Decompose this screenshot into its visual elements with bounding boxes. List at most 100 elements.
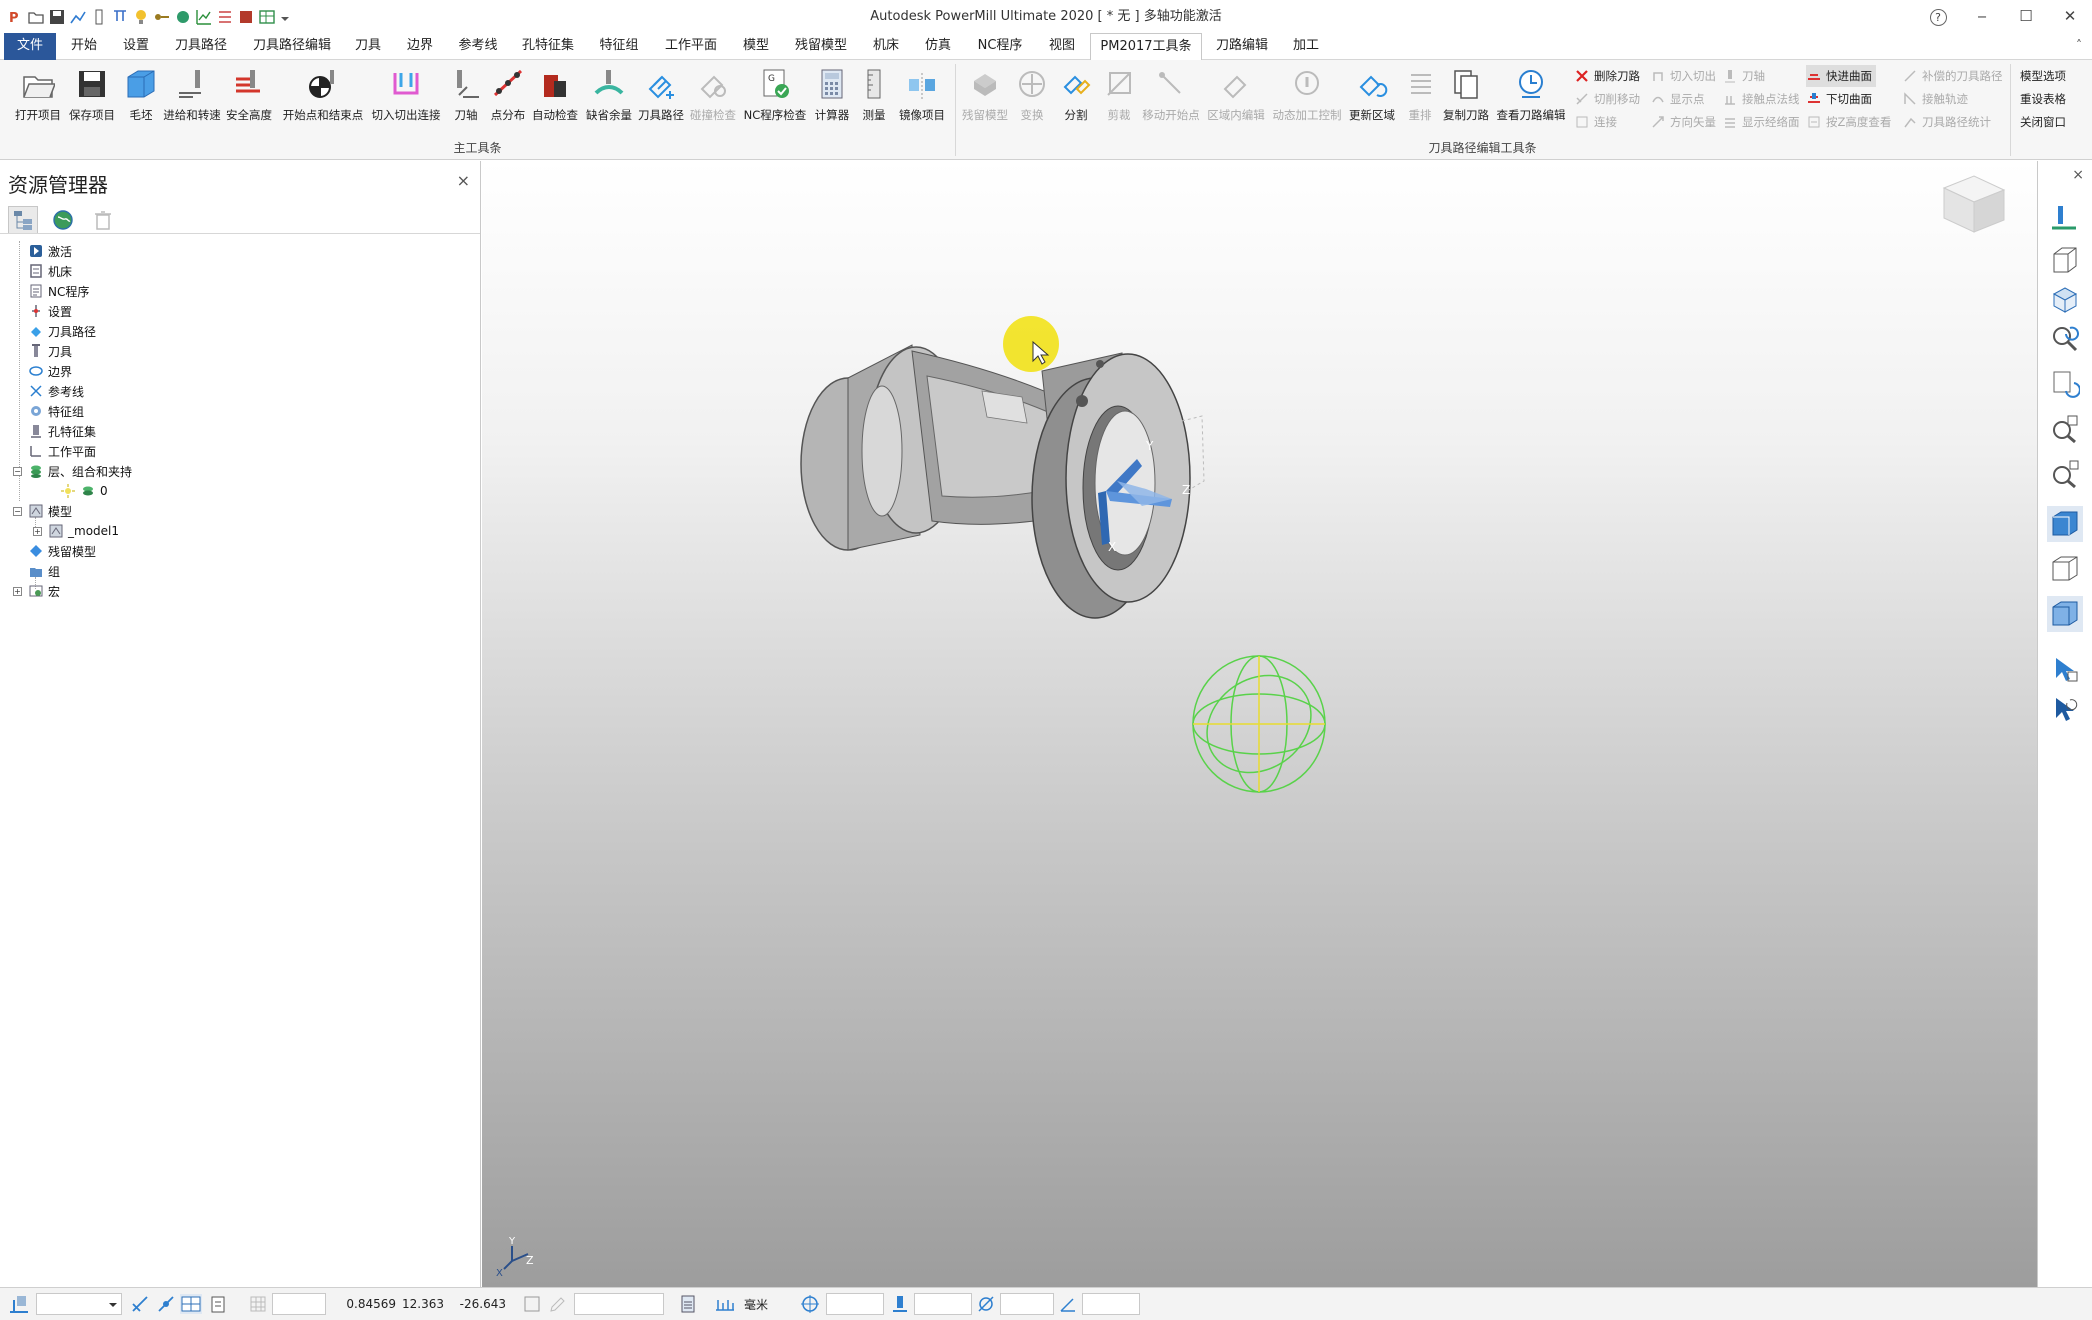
target-icon[interactable] xyxy=(800,1294,820,1314)
toolpath-statistics-button[interactable]: 刀具路径统计 xyxy=(1902,111,1991,133)
expand-toggle[interactable]: − xyxy=(13,507,22,516)
cut-moves-button[interactable]: 切削移动 xyxy=(1574,88,1640,110)
show-points-button[interactable]: 显示点 xyxy=(1650,88,1705,110)
transparent-view-icon[interactable] xyxy=(2047,596,2083,632)
open-project-button[interactable]: 打开项目 xyxy=(12,64,64,138)
save-icon[interactable] xyxy=(48,8,66,26)
help-icon[interactable]: ? xyxy=(1916,0,1960,33)
table-icon[interactable] xyxy=(258,8,276,26)
expand-toggle[interactable]: − xyxy=(13,467,22,476)
select-rotate-icon[interactable] xyxy=(2047,691,2083,727)
move-start-point-button[interactable]: 移动开始点 xyxy=(1138,64,1204,138)
save-project-button[interactable]: 保存项目 xyxy=(66,64,118,138)
snap-points-icon[interactable] xyxy=(156,1294,176,1314)
list-icon[interactable] xyxy=(216,8,234,26)
links-button[interactable]: 连接 xyxy=(1574,111,1617,133)
reorder-button[interactable]: 重排 xyxy=(1400,64,1440,138)
tab-start[interactable]: 开始 xyxy=(64,33,104,60)
tree-item-boundaries[interactable]: 边界 xyxy=(28,361,72,381)
angle-icon[interactable] xyxy=(1058,1294,1078,1314)
grid-icon[interactable] xyxy=(248,1294,268,1314)
trash-icon[interactable] xyxy=(88,206,118,234)
zoom-box-icon[interactable] xyxy=(2047,411,2083,447)
tree-item-setups[interactable]: 设置 xyxy=(28,301,72,321)
coord-mode-icon[interactable] xyxy=(522,1294,542,1314)
grid-size-field[interactable] xyxy=(272,1293,326,1315)
contact-normals-button[interactable]: 接触点法线 xyxy=(1722,88,1800,110)
minimize-button[interactable]: ‒ xyxy=(1960,0,2004,33)
tree-item-stock-models[interactable]: 残留模型 xyxy=(28,541,96,561)
auto-verify-button[interactable]: 自动检查 xyxy=(530,64,580,138)
nc-program-check-button[interactable]: G NC程序检查 xyxy=(740,64,810,138)
tab-toolpaths[interactable]: 刀具路径 xyxy=(168,33,234,60)
graphics-viewport[interactable]: Y Z X Z Y X xyxy=(482,161,2037,1287)
plunge-surface-button[interactable]: 下切曲面 xyxy=(1806,88,1872,110)
rotation-sphere[interactable] xyxy=(1188,655,1330,793)
view-cube-icon[interactable] xyxy=(2047,281,2083,317)
view-iso-icon[interactable] xyxy=(2047,201,2083,237)
start-end-point-button[interactable]: 开始点和结束点 xyxy=(278,64,368,138)
open-icon[interactable] xyxy=(27,8,45,26)
grid-view-icon[interactable] xyxy=(180,1294,202,1314)
contact-path-button[interactable]: 接触轨迹 xyxy=(1902,88,1968,110)
compensated-toolpath-button[interactable]: 补偿的刀具路径 xyxy=(1902,65,2003,87)
model-options-link[interactable]: 模型选项 xyxy=(2020,65,2066,87)
tab-simulation[interactable]: 仿真 xyxy=(918,33,958,60)
calculator-button[interactable]: 计算器 xyxy=(810,64,854,138)
refresh-icon[interactable] xyxy=(2047,366,2083,402)
tab-models[interactable]: 模型 xyxy=(736,33,776,60)
tab-nc-programs[interactable]: NC程序 xyxy=(970,33,1030,60)
zoom-icon[interactable] xyxy=(2047,321,2083,357)
part-model[interactable] xyxy=(800,344,1205,619)
leads-links-button[interactable]: 切入切出连接 xyxy=(368,64,444,138)
region-edit-button[interactable]: 区域内编辑 xyxy=(1204,64,1268,138)
bulb-icon[interactable] xyxy=(132,8,150,26)
workplane-select[interactable] xyxy=(36,1293,122,1315)
tree-item-active[interactable]: 激活 xyxy=(28,241,72,261)
measure-button[interactable]: 测量 xyxy=(856,64,892,138)
tab-machining[interactable]: 加工 xyxy=(1286,33,1326,60)
update-region-button[interactable]: 更新区域 xyxy=(1346,64,1398,138)
tab-machine[interactable]: 机床 xyxy=(866,33,906,60)
toolpaths-button[interactable]: 刀具路径 xyxy=(636,64,686,138)
rapid-heights-button[interactable]: 安全高度 xyxy=(224,64,274,138)
tab-stock-models[interactable]: 残留模型 xyxy=(788,33,854,60)
chart-icon[interactable] xyxy=(69,8,87,26)
tab-path-edit[interactable]: 刀路编辑 xyxy=(1210,33,1274,60)
maximize-button[interactable]: ☐ xyxy=(2004,0,2048,33)
graph-icon[interactable] xyxy=(195,8,213,26)
tool-icon[interactable] xyxy=(111,8,129,26)
tab-holes[interactable]: 孔特征集 xyxy=(516,33,580,60)
tool-status-field[interactable] xyxy=(914,1293,972,1315)
view-cube[interactable] xyxy=(1942,175,2006,233)
transform-button[interactable]: 变换 xyxy=(1012,64,1052,138)
globe-icon[interactable] xyxy=(48,206,78,234)
expand-toggle[interactable]: + xyxy=(13,587,22,596)
point-distribution-button[interactable]: 点分布 xyxy=(486,64,530,138)
units-icon[interactable] xyxy=(714,1294,736,1314)
view-toolbar-close-icon[interactable]: × xyxy=(2072,167,2084,183)
angle-field[interactable] xyxy=(1082,1293,1140,1315)
tree-item-level-0[interactable]: 0 xyxy=(60,481,108,501)
diameter-field[interactable] xyxy=(1000,1293,1054,1315)
view-by-z-button[interactable]: 按Z高度查看 xyxy=(1806,111,1891,133)
tab-pm2017[interactable]: PM2017工具条 xyxy=(1090,33,1202,61)
stock-model-button[interactable]: 残留模型 xyxy=(960,64,1010,138)
tab-file[interactable]: 文件 xyxy=(4,33,56,60)
ruler-icon[interactable] xyxy=(90,8,108,26)
app-logo-icon[interactable]: P xyxy=(6,8,24,26)
leads-button[interactable]: 切入切出 xyxy=(1650,65,1716,87)
select-icon[interactable] xyxy=(2047,651,2083,687)
tool-status-icon[interactable] xyxy=(890,1294,910,1314)
tree-item-groups[interactable]: 组 xyxy=(28,561,60,581)
copy-toolpath-button[interactable]: 复制刀路 xyxy=(1440,64,1492,138)
tree-item-model1[interactable]: _model1 xyxy=(48,521,119,541)
block-button[interactable]: 毛坯 xyxy=(120,64,162,138)
dynamic-machine-control-button[interactable]: 动态加工控制 xyxy=(1270,64,1344,138)
tab-toolpath-edit[interactable]: 刀具路径编辑 xyxy=(247,33,335,60)
split-button[interactable]: 分割 xyxy=(1054,64,1098,138)
sphere-icon[interactable] xyxy=(174,8,192,26)
tab-boundaries[interactable]: 边界 xyxy=(400,33,440,60)
tree-item-feature-groups[interactable]: 特征组 xyxy=(28,401,84,421)
tab-workplanes[interactable]: 工作平面 xyxy=(658,33,724,60)
